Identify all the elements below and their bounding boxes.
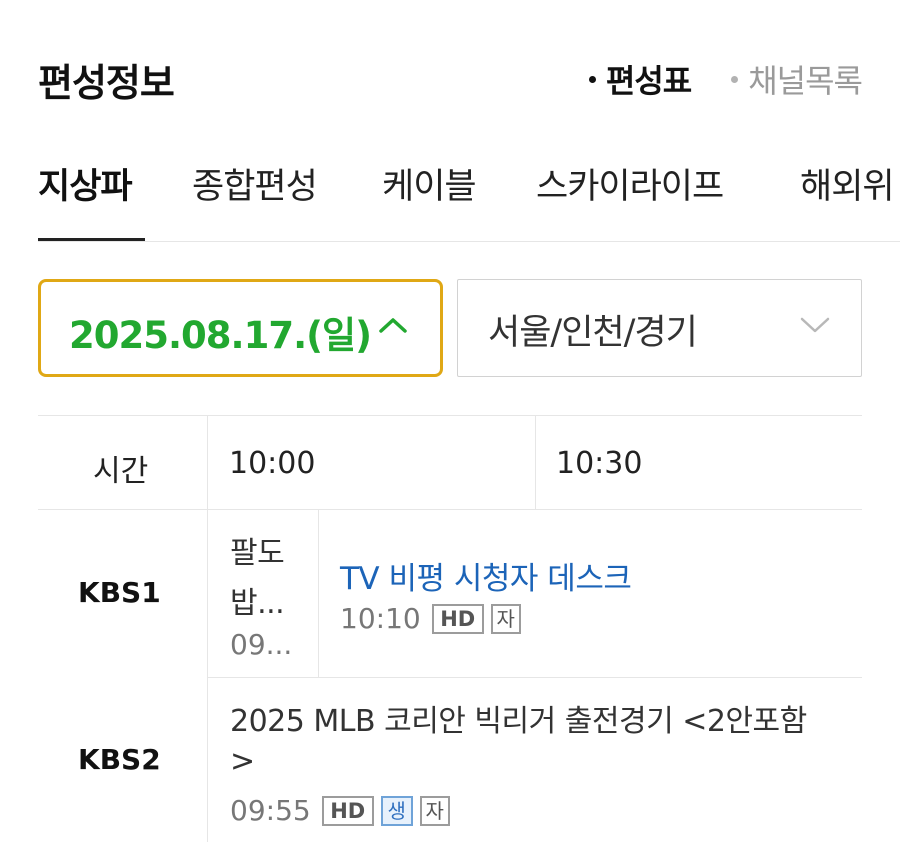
hd-badge: HD [321, 795, 374, 826]
subtitle-badge: 자 [419, 795, 450, 826]
program-title-line1: 팔도 [230, 536, 285, 571]
time-slot-1000: 10:00 [229, 446, 316, 481]
bullet-icon [731, 75, 739, 83]
time-column-header: 시간 [93, 454, 149, 489]
active-tab-indicator [38, 238, 145, 241]
date-value: 2025.08.17.(일) [69, 314, 372, 357]
channel-kbs2[interactable]: KBS2 [78, 743, 161, 776]
subtitle-badge: 자 [490, 603, 521, 634]
channel-list-link[interactable]: 채널목록 [731, 56, 863, 102]
date-select[interactable]: 2025.08.17.(일) [38, 279, 443, 377]
time-slot-1030: 10:30 [556, 446, 643, 481]
program-meta: 09:55 HD 생 자 [230, 794, 450, 827]
region-value: 서울/인천/경기 [488, 313, 698, 353]
program-title-line2: 밥... [230, 586, 285, 621]
program-title-line1: 2025 MLB 코리안 빅리거 출전경기 <2안포함 [230, 704, 807, 739]
page-header: 편성정보 편성표 채널목록 [38, 48, 863, 108]
schedule-link[interactable]: 편성표 [588, 56, 692, 102]
tab-cable[interactable]: 케이블 [382, 158, 477, 209]
bullet-icon [588, 75, 596, 83]
tab-overseas-satellite[interactable]: 해외위 [800, 158, 895, 209]
tab-terrestrial[interactable]: 지상파 [38, 158, 133, 209]
program-title-line2: > [230, 744, 255, 779]
header-links: 편성표 채널목록 [588, 56, 863, 102]
hd-badge: HD [431, 603, 484, 634]
grid-line [318, 510, 319, 677]
chevron-up-icon [378, 316, 408, 338]
grid-line [208, 677, 862, 678]
schedule-grid: 시간 10:00 10:30 KBS1 팔도 밥... 09... TV 비평 … [38, 415, 862, 842]
program-time: 10:10 [340, 602, 421, 635]
program-title-link[interactable]: TV 비평 시청자 데스크 [340, 553, 632, 598]
schedule-link-label: 편성표 [605, 62, 692, 100]
page-title: 편성정보 [38, 61, 175, 105]
live-badge: 생 [380, 795, 413, 826]
tab-general-cable[interactable]: 종합편성 [192, 158, 318, 209]
broadcast-type-tabs: 지상파 종합편성 케이블 스카이라이프 해외위 [38, 150, 900, 242]
chevron-down-icon [799, 316, 831, 338]
tab-skylife[interactable]: 스카이라이프 [536, 158, 724, 209]
grid-line [38, 509, 862, 510]
channel-kbs1[interactable]: KBS1 [78, 576, 161, 609]
program-time: 09:55 [230, 794, 311, 827]
program-time: 09... [230, 628, 293, 661]
region-select[interactable]: 서울/인천/경기 [457, 279, 862, 377]
grid-line [535, 416, 536, 509]
grid-line [207, 416, 208, 842]
program-meta: 10:10 HD 자 [340, 602, 521, 635]
channel-list-link-label: 채널목록 [748, 62, 863, 100]
